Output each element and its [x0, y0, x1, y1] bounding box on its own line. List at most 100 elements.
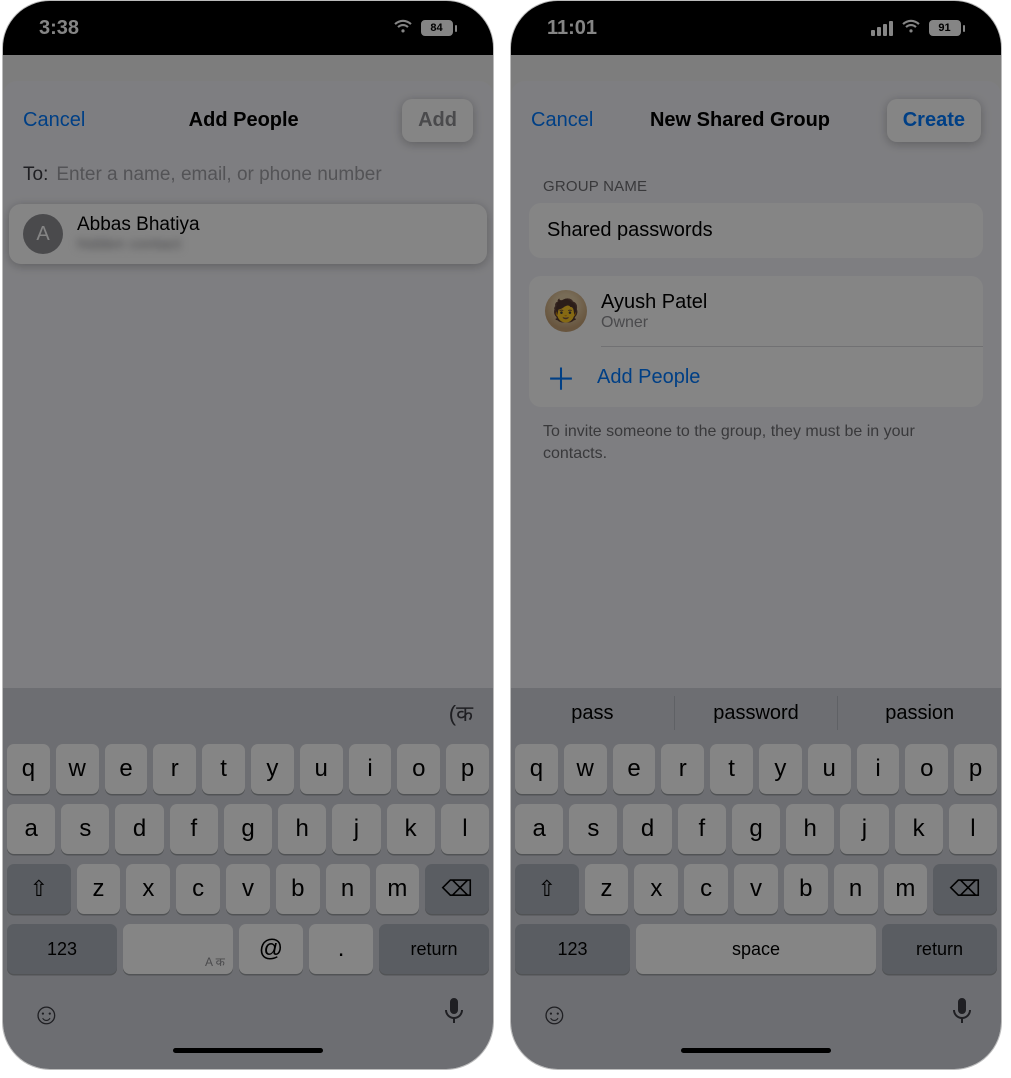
key-l[interactable]: l — [949, 804, 997, 854]
key-j[interactable]: j — [332, 804, 380, 854]
key-z[interactable]: z — [585, 864, 629, 914]
key-b[interactable]: b — [276, 864, 320, 914]
status-bar: 11:01 91 — [511, 1, 1001, 55]
emoji-icon[interactable]: ☺ — [31, 998, 62, 1032]
key-r[interactable]: r — [661, 744, 704, 794]
key-o[interactable]: o — [905, 744, 948, 794]
key-l[interactable]: l — [441, 804, 489, 854]
key-d[interactable]: d — [623, 804, 671, 854]
key-h[interactable]: h — [278, 804, 326, 854]
key-m[interactable]: m — [884, 864, 928, 914]
key-b[interactable]: b — [784, 864, 828, 914]
wifi-icon — [393, 17, 413, 40]
key-j[interactable]: j — [840, 804, 888, 854]
key-t[interactable]: t — [202, 744, 245, 794]
key-q[interactable]: q — [7, 744, 50, 794]
keyboard[interactable]: pass password passion qwertyuiop asdfghj… — [511, 688, 1001, 1069]
kb-row-1: qwertyuiop — [7, 744, 489, 794]
key-p[interactable]: p — [954, 744, 997, 794]
key-y[interactable]: y — [759, 744, 802, 794]
status-bar: 3:38 84 — [3, 1, 493, 55]
shift-key[interactable]: ⇧ — [7, 864, 71, 914]
key-n[interactable]: n — [834, 864, 878, 914]
key-m[interactable]: m — [376, 864, 420, 914]
at-key[interactable]: @ — [239, 924, 303, 974]
key-x[interactable]: x — [634, 864, 678, 914]
numbers-key[interactable]: 123 — [7, 924, 117, 974]
return-key[interactable]: return — [379, 924, 489, 974]
key-a[interactable]: a — [515, 804, 563, 854]
key-h[interactable]: h — [786, 804, 834, 854]
key-i[interactable]: i — [349, 744, 392, 794]
key-k[interactable]: k — [895, 804, 943, 854]
lang-key[interactable]: A क — [123, 924, 233, 974]
key-u[interactable]: u — [300, 744, 343, 794]
suggestion[interactable]: passion — [838, 688, 1001, 738]
key-c[interactable]: c — [684, 864, 728, 914]
key-g[interactable]: g — [732, 804, 780, 854]
key-f[interactable]: f — [170, 804, 218, 854]
key-z[interactable]: z — [77, 864, 121, 914]
key-p[interactable]: p — [446, 744, 489, 794]
add-people-button[interactable]: ＋ Add People — [529, 347, 983, 407]
contact-avatar: A — [23, 214, 63, 254]
key-y[interactable]: y — [251, 744, 294, 794]
kb-row-1: qwertyuiop — [515, 744, 997, 794]
group-name-input[interactable]: Shared passwords — [529, 203, 983, 258]
return-key[interactable]: return — [882, 924, 997, 974]
kb-row-2: asdfghjkl — [7, 804, 489, 854]
key-q[interactable]: q — [515, 744, 558, 794]
home-indicator[interactable] — [681, 1048, 831, 1053]
key-g[interactable]: g — [224, 804, 272, 854]
footer-note: To invite someone to the group, they mus… — [511, 407, 1001, 466]
contact-suggestion[interactable]: A Abbas Bhatiya hidden contact — [9, 204, 487, 264]
numbers-key[interactable]: 123 — [515, 924, 630, 974]
shift-key[interactable]: ⇧ — [515, 864, 579, 914]
key-n[interactable]: n — [326, 864, 370, 914]
key-e[interactable]: e — [613, 744, 656, 794]
key-v[interactable]: v — [734, 864, 778, 914]
backspace-key[interactable]: ⌫ — [933, 864, 997, 914]
cancel-button[interactable]: Cancel — [531, 109, 593, 132]
section-label-group-name: GROUP NAME — [511, 156, 1001, 203]
key-a[interactable]: a — [7, 804, 55, 854]
backspace-key[interactable]: ⌫ — [425, 864, 489, 914]
key-t[interactable]: t — [710, 744, 753, 794]
home-indicator[interactable] — [173, 1048, 323, 1053]
to-field[interactable]: To: Enter a name, email, or phone number — [3, 156, 493, 200]
contact-name: Abbas Bhatiya — [77, 214, 200, 236]
mic-icon[interactable] — [443, 996, 465, 1034]
owner-row[interactable]: 🧑 Ayush Patel Owner — [529, 276, 983, 346]
dot-key[interactable]: . — [309, 924, 373, 974]
key-i[interactable]: i — [857, 744, 900, 794]
status-time: 11:01 — [547, 17, 597, 40]
key-d[interactable]: d — [115, 804, 163, 854]
key-k[interactable]: k — [387, 804, 435, 854]
keyboard[interactable]: (क qwertyuiop asdfghjkl ⇧ zxcvbnm ⌫ 123 … — [3, 688, 493, 1069]
kb-row-3: ⇧ zxcvbnm ⌫ — [7, 864, 489, 914]
space-key[interactable]: space — [636, 924, 876, 974]
key-c[interactable]: c — [176, 864, 220, 914]
key-x[interactable]: x — [126, 864, 170, 914]
language-icon[interactable]: (क — [449, 698, 473, 728]
suggestion[interactable]: password — [675, 688, 838, 738]
key-f[interactable]: f — [678, 804, 726, 854]
owner-role: Owner — [601, 314, 707, 332]
key-s[interactable]: s — [61, 804, 109, 854]
key-w[interactable]: w — [56, 744, 99, 794]
key-w[interactable]: w — [564, 744, 607, 794]
nav-bar: Cancel New Shared Group Create — [511, 81, 1001, 156]
key-o[interactable]: o — [397, 744, 440, 794]
add-button[interactable]: Add — [402, 99, 473, 142]
suggestion[interactable]: pass — [511, 688, 674, 738]
key-s[interactable]: s — [569, 804, 617, 854]
mic-icon[interactable] — [951, 996, 973, 1034]
emoji-icon[interactable]: ☺ — [539, 998, 570, 1032]
cancel-button[interactable]: Cancel — [23, 109, 85, 132]
key-u[interactable]: u — [808, 744, 851, 794]
create-button[interactable]: Create — [887, 99, 981, 142]
key-v[interactable]: v — [226, 864, 270, 914]
key-e[interactable]: e — [105, 744, 148, 794]
nav-bar: Cancel Add People Add — [3, 81, 493, 156]
key-r[interactable]: r — [153, 744, 196, 794]
